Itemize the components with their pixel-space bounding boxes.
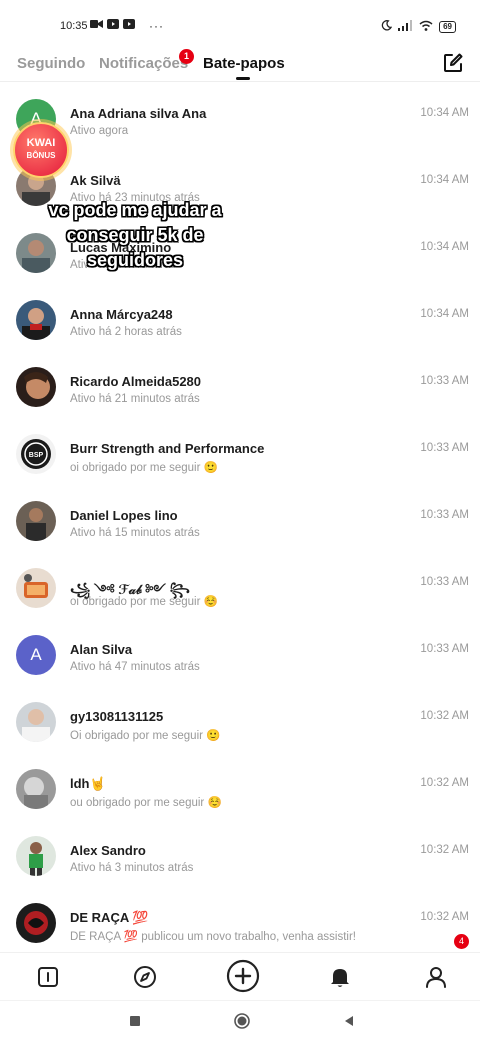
tab-bar: Seguindo Notificações Bate-papos — [0, 46, 480, 82]
chat-item[interactable]: ꧁ ༺ ℱ𝒶𝒷 ༻ ꧂ oi obrigado por me seguir ☺️… — [0, 549, 480, 616]
chat-time: 10:33 AM — [420, 375, 469, 387]
chat-item[interactable]: Daniel Lopes lino Ativo há 15 minutos at… — [0, 482, 480, 549]
chat-name: ldh🤘 — [70, 776, 106, 791]
chat-time: 10:33 AM — [420, 509, 469, 521]
chat-status: DE RAÇA 💯 publicou um novo trabalho, ven… — [70, 931, 356, 943]
chat-time: 10:34 AM — [420, 241, 469, 253]
avatar: BSP — [16, 434, 56, 474]
caption-line: conseguir 5k de — [66, 225, 204, 245]
inbox-icon[interactable] — [326, 963, 354, 991]
avatar — [16, 367, 56, 407]
chat-time: 10:33 AM — [420, 643, 469, 655]
wifi-icon — [419, 18, 433, 36]
recents-icon[interactable] — [127, 1013, 143, 1029]
chat-item[interactable]: Anna Márcya248 Ativo há 2 horas atrás 10… — [0, 281, 480, 348]
avatar — [16, 769, 56, 809]
chat-name: Burr Strength and Performance — [70, 441, 265, 456]
profile-icon[interactable] — [422, 963, 450, 991]
chat-time: 10:33 AM — [420, 442, 469, 454]
avatar — [16, 300, 56, 340]
avatar — [16, 702, 56, 742]
tab-seguindo[interactable]: Seguindo — [17, 55, 85, 72]
chat-status: Ativo há 2 horas atrás — [70, 326, 182, 338]
chat-name: Daniel Lopes lino — [70, 508, 178, 523]
create-icon[interactable] — [226, 959, 260, 993]
chat-name: Alan Silva — [70, 642, 133, 657]
chat-status: oi obrigado por me seguir 🙂 — [70, 462, 218, 474]
avatar — [16, 836, 56, 876]
chat-name: Ak Silvä — [70, 173, 121, 188]
notification-count-badge: 1 — [179, 49, 194, 64]
chat-status: oi obrigado por me seguir ☺️ — [70, 596, 218, 608]
system-home-icon[interactable] — [234, 1013, 250, 1029]
chat-time: 10:34 AM — [420, 174, 469, 186]
youtube-icon — [107, 19, 119, 32]
status-icons-right: 69 — [381, 18, 456, 36]
home-icon[interactable] — [34, 963, 62, 991]
system-nav-bar — [0, 1000, 480, 1040]
kwai-bonus-label: KWAI — [26, 137, 56, 149]
chat-status: Ativo há 47 minutos atrás — [70, 661, 200, 673]
caption-line: vc pode me ajudar a — [48, 200, 222, 220]
chat-status: Ativo há 21 minutos atrás — [70, 393, 200, 405]
youtube-icon — [123, 19, 135, 32]
chat-item[interactable]: gy13081131125 Oi obrigado por me seguir … — [0, 683, 480, 750]
status-bar: 10:35 ··· 69 — [0, 0, 480, 52]
status-icons-left: ··· — [90, 19, 164, 32]
chat-status: Ativo agora — [70, 125, 129, 137]
compose-button[interactable] — [442, 52, 464, 74]
avatar — [16, 568, 56, 608]
caption-line: seguidores — [86, 250, 184, 270]
chat-time: 10:34 AM — [420, 107, 469, 119]
svg-text:BSP: BSP — [29, 452, 44, 459]
status-time: 10:35 — [60, 20, 88, 32]
chat-item[interactable]: A Alan Silva Ativo há 47 minutos atrás 1… — [0, 616, 480, 683]
kwai-bonus-sublabel: BÔNUS — [26, 151, 56, 160]
chat-time: 10:32 AM — [420, 710, 469, 722]
tab-notificacoes[interactable]: Notificações — [99, 55, 188, 72]
chat-status: Oi obrigado por me seguir 🙂 — [70, 730, 221, 742]
avatar — [16, 501, 56, 541]
video-caption-overlay: vc pode me ajudar a conseguir 5k de segu… — [30, 198, 240, 273]
chat-name: DE RAÇA 💯 — [70, 910, 149, 925]
chat-name: Ana Adriana silva Ana — [70, 106, 207, 121]
chat-status: Ativo há 15 minutos atrás — [70, 527, 200, 539]
chat-time: 10:32 AM — [420, 844, 469, 856]
kwai-bonus-button[interactable]: KWAI BÔNUS — [13, 122, 69, 178]
chat-item[interactable]: A Ana Adriana silva Ana Ativo agora 10:3… — [0, 80, 480, 147]
chat-name: gy13081131125 — [70, 709, 164, 724]
more-dots-icon: ··· — [149, 18, 164, 33]
chat-time: 10:32 AM — [420, 911, 469, 923]
chat-time: 10:32 AM — [420, 777, 469, 789]
chat-item[interactable]: BSP Burr Strength and Performance oi obr… — [0, 415, 480, 482]
avatar: A — [16, 635, 56, 675]
chat-time: 10:33 AM — [420, 576, 469, 588]
chat-item[interactable]: DE RAÇA 💯 DE RAÇA 💯 publicou um novo tra… — [0, 884, 480, 951]
chat-name: Anna Márcya248 — [70, 307, 173, 322]
chat-item[interactable]: Ricardo Almeida5280 Ativo há 21 minutos … — [0, 348, 480, 415]
chat-item[interactable]: Alex Sandro Ativo há 3 minutos atrás 10:… — [0, 817, 480, 884]
bottom-nav — [0, 952, 480, 1000]
discover-icon[interactable] — [131, 963, 159, 991]
signal-icon — [398, 18, 413, 36]
back-icon[interactable] — [341, 1013, 357, 1029]
chat-status: ou obrigado por me seguir ☺️ — [70, 797, 222, 809]
video-call-icon — [90, 19, 103, 32]
compose-icon — [444, 53, 463, 72]
chat-time: 10:34 AM — [420, 308, 469, 320]
chat-name: Ricardo Almeida5280 — [70, 374, 202, 389]
chat-status: Ativo há 3 minutos atrás — [70, 862, 194, 874]
chat-name: Alex Sandro — [70, 843, 146, 858]
avatar — [16, 903, 56, 943]
unread-count-badge: 4 — [454, 934, 469, 949]
tab-bate-papos[interactable]: Bate-papos — [203, 55, 285, 72]
battery-icon: 69 — [439, 21, 456, 33]
moon-icon — [381, 18, 393, 36]
chat-item[interactable]: ldh🤘 ou obrigado por me seguir ☺️ 10:32 … — [0, 750, 480, 817]
